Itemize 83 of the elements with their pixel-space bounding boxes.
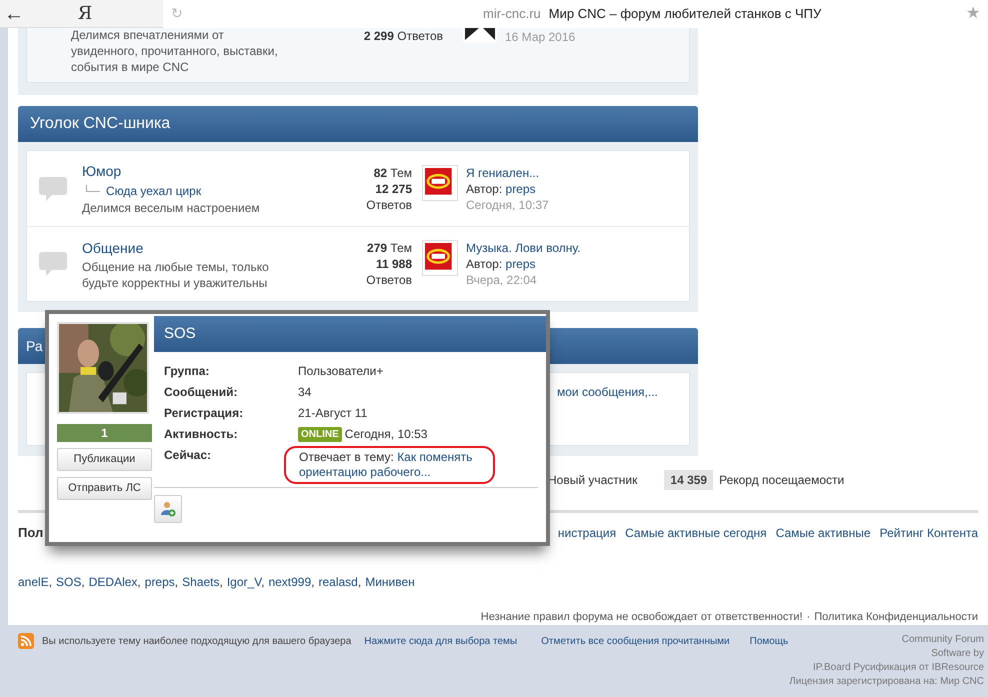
user-link[interactable]: DEDAlex bbox=[88, 574, 138, 588]
field-value: Пользователи+ bbox=[298, 363, 384, 380]
name-separator: , bbox=[358, 574, 362, 588]
stat-link[interactable]: Самые активные сегодня bbox=[625, 524, 767, 542]
user-link[interactable]: preps bbox=[144, 574, 175, 588]
back-button[interactable]: ← bbox=[0, 0, 40, 28]
popup-header: SOS bbox=[154, 316, 546, 352]
last-post-link[interactable]: Музыка. Лови волну. bbox=[466, 240, 580, 256]
credits-line: Community Forum bbox=[902, 633, 984, 647]
reply-count-value: 11 988 bbox=[374, 256, 412, 272]
forum-description: Общение на любые темы, только будьте корректны и уважительны bbox=[82, 258, 270, 290]
field-label: Активность: bbox=[164, 426, 239, 443]
last-post-link[interactable]: Я гениален... bbox=[466, 164, 549, 180]
last-post-time: Вчера, 22:04 bbox=[466, 272, 538, 288]
credits-line: Software by bbox=[931, 647, 984, 661]
field-label: Сейчас: bbox=[164, 447, 212, 464]
credits-line: Лицензия зарегистрирована на: Мир CNC bbox=[789, 675, 984, 689]
user-link[interactable]: Igor_V bbox=[226, 574, 262, 588]
online-heading: Пол bbox=[18, 524, 44, 542]
name-separator: , bbox=[311, 574, 314, 588]
user-link[interactable]: Минивен bbox=[365, 574, 415, 588]
stat-link[interactable]: Самые активные bbox=[776, 524, 871, 542]
profile-button[interactable]: Отправить ЛС bbox=[57, 477, 152, 500]
stat-label: Рекорд посещаемости bbox=[719, 472, 844, 489]
topic-count: 279 Тем bbox=[366, 240, 412, 256]
name-separator: , bbox=[174, 574, 178, 588]
last-post-date: 16 Мар 2016 bbox=[505, 29, 576, 45]
field-label: Сообщений: bbox=[164, 384, 239, 401]
add-friend-button[interactable] bbox=[154, 495, 182, 523]
user-link[interactable]: next999 bbox=[268, 574, 312, 588]
author-link[interactable]: preps bbox=[506, 257, 536, 271]
rss-icon[interactable] bbox=[18, 633, 34, 649]
stat-value: 14 359 bbox=[664, 470, 714, 490]
forum-link[interactable]: Общение bbox=[82, 240, 144, 256]
theme-text: Вы используете тему наиболее подходящую для вашего браузера bbox=[42, 635, 352, 649]
reply-count-label: Ответов bbox=[365, 196, 412, 212]
mark-read-link[interactable]: Отметить все сообщения прочитанными bbox=[541, 634, 730, 649]
stat-link[interactable]: Рейтинг Контента bbox=[880, 524, 978, 542]
reply-count-value: 12 275 bbox=[374, 180, 412, 196]
user-link[interactable]: SOS bbox=[56, 574, 82, 588]
help-link[interactable]: Помощь bbox=[750, 634, 788, 649]
last-post-author: Автор: preps bbox=[466, 180, 537, 196]
theme-link[interactable]: Нажмите сюда для выбора темы bbox=[364, 634, 518, 649]
last-post-time: Сегодня, 10:37 bbox=[466, 196, 549, 212]
page-title: Мир CNC – форум любителей станков с ЧПУ bbox=[548, 4, 822, 23]
reply-count-label: Ответов bbox=[365, 272, 412, 288]
field-label: Регистрация: bbox=[164, 405, 244, 422]
disclaimer-text: Незнание правил форума не освобождает от ответственности! bbox=[480, 610, 803, 624]
last-post-link[interactable]: мои сообщения,... bbox=[557, 383, 658, 401]
subforum-link[interactable]: Сюда уехал цирк bbox=[106, 182, 202, 200]
field-value: 34 bbox=[298, 384, 312, 401]
name-separator: , bbox=[261, 574, 264, 588]
browser-logo[interactable]: Я bbox=[45, 0, 125, 27]
privacy-link[interactable]: Политика Конфиденциальности bbox=[814, 608, 978, 625]
reputation-badge: 1 bbox=[57, 424, 152, 442]
name-separator: , bbox=[220, 574, 223, 588]
forum-link[interactable]: Юмор bbox=[82, 163, 122, 179]
profile-button[interactable]: Публикации bbox=[57, 448, 152, 471]
author-link[interactable]: preps bbox=[506, 182, 536, 196]
subforum-connector-icon bbox=[86, 184, 100, 192]
category-title: Ра bbox=[26, 336, 43, 356]
name-separator: , bbox=[81, 574, 85, 588]
field-value: Сегодня, 10:53 bbox=[344, 426, 428, 443]
name-separator: , bbox=[48, 574, 52, 588]
last-post-author: Автор: preps bbox=[466, 256, 537, 272]
forum-description: Делимся впечатлениями от увиденного, прочитанного, выставки, события в мире CNC bbox=[71, 27, 279, 75]
user-link[interactable]: realasd bbox=[318, 574, 358, 588]
current-activity: Отвечает в тему: Как поменять ориентацию рабочего... bbox=[299, 450, 474, 480]
user-link[interactable]: anelE bbox=[18, 574, 49, 588]
field-value: 21-Август 11 bbox=[298, 405, 368, 422]
separator-dot: · bbox=[806, 610, 810, 624]
add-user-icon bbox=[160, 501, 176, 517]
stat-link[interactable]: нистрация bbox=[558, 524, 616, 542]
forum-description: Делимся веселым настроением bbox=[82, 200, 261, 216]
status-badge: ONLINE bbox=[298, 426, 342, 442]
credits-line: IP.Board Русификация от IBResource bbox=[813, 661, 984, 675]
name-separator: , bbox=[137, 574, 141, 588]
category-header: Уголок CNC-шника bbox=[18, 106, 698, 142]
user-link[interactable]: Shaets bbox=[182, 574, 220, 588]
topic-count: 82 Тем bbox=[372, 164, 412, 180]
field-label: Группа: bbox=[164, 363, 210, 380]
url-domain: mir-cnc.ru bbox=[483, 4, 541, 23]
reply-count: 2 299 Ответов bbox=[364, 29, 443, 43]
